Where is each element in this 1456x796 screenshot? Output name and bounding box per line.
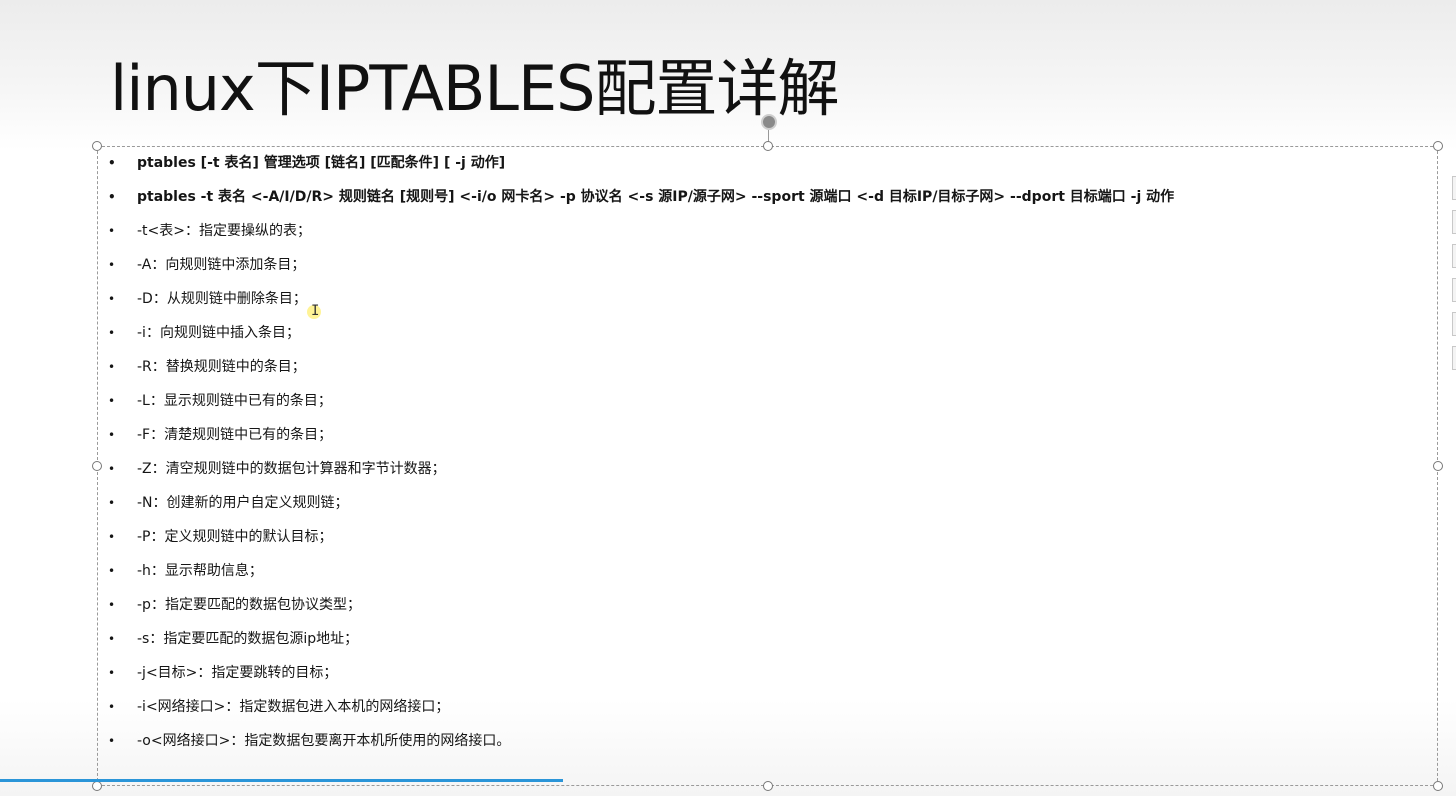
bullet-item[interactable]: • -h：显示帮助信息； xyxy=(105,554,1174,588)
resize-handle-middle-left[interactable] xyxy=(92,461,102,471)
bullet-text: -o<网络接口>：指定数据包要离开本机所使用的网络接口。 xyxy=(137,733,511,749)
bullet-item[interactable]: • -j<目标>：指定要跳转的目标； xyxy=(105,656,1174,690)
bullet-text: -t<表>：指定要操纵的表； xyxy=(137,223,312,239)
bullet-item[interactable]: • -p：指定要匹配的数据包协议类型； xyxy=(105,588,1174,622)
bullet-text: -h：显示帮助信息； xyxy=(137,563,263,579)
bullet-item[interactable]: • ptables -t 表名 <-A/I/D/R> 规则链名 [规则号] <-i… xyxy=(105,180,1174,214)
bullet-text: ptables [-t 表名] 管理选项 [链名] [匹配条件] [ -j 动作… xyxy=(137,155,506,171)
bullet-dot: • xyxy=(108,156,116,170)
bullet-list[interactable]: • ptables [-t 表名] 管理选项 [链名] [匹配条件] [ -j 动… xyxy=(105,146,1174,758)
bullet-text: -i<网络接口>：指定数据包进入本机的网络接口； xyxy=(137,699,450,715)
bullet-dot: • xyxy=(108,598,116,612)
bullet-text: -L：显示规则链中已有的条目； xyxy=(137,393,332,409)
resize-handle-top-left[interactable] xyxy=(92,141,102,151)
rotate-handle-icon[interactable] xyxy=(761,114,777,130)
bullet-text: -Z：清空规则链中的数据包计算器和字节计数器； xyxy=(137,461,446,477)
resize-handle-middle-right[interactable] xyxy=(1433,461,1443,471)
bullet-item[interactable]: • -Z：清空规则链中的数据包计算器和字节计数器； xyxy=(105,452,1174,486)
side-tab[interactable] xyxy=(1452,312,1456,336)
bullet-text: -F：清楚规则链中已有的条目； xyxy=(137,427,333,443)
bullet-item[interactable]: • ptables [-t 表名] 管理选项 [链名] [匹配条件] [ -j 动… xyxy=(105,146,1174,180)
slide-title: linux下IPTABLES配置详解 xyxy=(110,52,839,125)
bullet-item[interactable]: • -A：向规则链中添加条目； xyxy=(105,248,1174,282)
bullet-text: -N：创建新的用户自定义规则链； xyxy=(137,495,349,511)
bullet-text: -D：从规则链中删除条目； xyxy=(137,291,307,307)
bullet-dot: • xyxy=(108,462,116,476)
bullet-dot: • xyxy=(108,734,116,748)
resize-handle-top-right[interactable] xyxy=(1433,141,1443,151)
bullet-item[interactable]: • -N：创建新的用户自定义规则链； xyxy=(105,486,1174,520)
bullet-item[interactable]: • -D：从规则链中删除条目； xyxy=(105,282,1174,316)
bullet-dot: • xyxy=(108,394,116,408)
bullet-text: -P：定义规则链中的默认目标； xyxy=(137,529,333,545)
bullet-dot: • xyxy=(108,190,116,204)
bullet-text: ptables -t 表名 <-A/I/D/R> 规则链名 [规则号] <-i/… xyxy=(137,189,1175,205)
bullet-item[interactable]: • -s：指定要匹配的数据包源ip地址； xyxy=(105,622,1174,656)
bullet-dot: • xyxy=(108,428,116,442)
side-tab[interactable] xyxy=(1452,210,1456,234)
bullet-text: -j<目标>：指定要跳转的目标； xyxy=(137,665,338,681)
bullet-dot: • xyxy=(108,564,116,578)
bullet-dot: • xyxy=(108,360,116,374)
bullet-text: -A：向规则链中添加条目； xyxy=(137,257,306,273)
bullet-dot: • xyxy=(108,632,116,646)
bullet-item[interactable]: • -P：定义规则链中的默认目标； xyxy=(105,520,1174,554)
bullet-dot: • xyxy=(108,700,116,714)
bullet-text: -R：替换规则链中的条目； xyxy=(137,359,306,375)
i-beam-cursor-icon: I xyxy=(311,303,320,319)
bullet-dot: • xyxy=(108,258,116,272)
bullet-item[interactable]: • -i<网络接口>：指定数据包进入本机的网络接口； xyxy=(105,690,1174,724)
bullet-dot: • xyxy=(108,326,116,340)
side-panel-tabs xyxy=(1452,176,1456,380)
resize-handle-bottom-center[interactable] xyxy=(763,781,773,791)
side-tab[interactable] xyxy=(1452,346,1456,370)
bullet-text: -i：向规则链中插入条目； xyxy=(137,325,300,341)
bullet-dot: • xyxy=(108,666,116,680)
bullet-item[interactable]: • -F：清楚规则链中已有的条目； xyxy=(105,418,1174,452)
side-tab[interactable] xyxy=(1452,244,1456,268)
video-progress-fill xyxy=(0,779,564,782)
bullet-item[interactable]: • -L：显示规则链中已有的条目； xyxy=(105,384,1174,418)
resize-handle-bottom-left[interactable] xyxy=(92,781,102,791)
side-tab[interactable] xyxy=(1452,278,1456,302)
bullet-text: -s：指定要匹配的数据包源ip地址； xyxy=(137,631,359,647)
bullet-dot: • xyxy=(108,224,116,238)
bullet-item[interactable]: • -t<表>：指定要操纵的表； xyxy=(105,214,1174,248)
bullet-item[interactable]: • -o<网络接口>：指定数据包要离开本机所使用的网络接口。 xyxy=(105,724,1174,758)
bullet-item[interactable]: • -i：向规则链中插入条目； xyxy=(105,316,1174,350)
bullet-dot: • xyxy=(108,292,116,306)
bullet-dot: • xyxy=(108,496,116,510)
bullet-item[interactable]: • -R：替换规则链中的条目； xyxy=(105,350,1174,384)
side-tab[interactable] xyxy=(1452,176,1456,200)
video-progress-bar[interactable] xyxy=(0,779,1456,782)
resize-handle-bottom-right[interactable] xyxy=(1433,781,1443,791)
bullet-dot: • xyxy=(108,530,116,544)
bullet-text: -p：指定要匹配的数据包协议类型； xyxy=(137,597,361,613)
